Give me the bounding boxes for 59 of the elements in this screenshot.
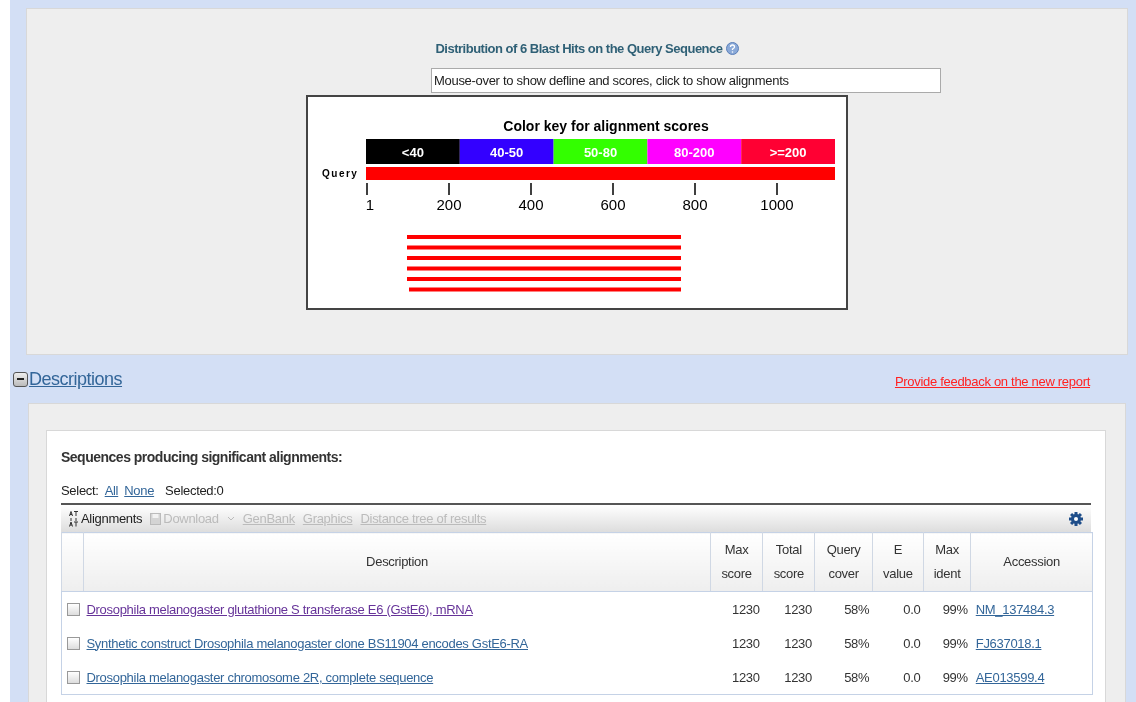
table-cell: 58% — [814, 591, 873, 626]
sort-icon — [69, 510, 79, 527]
axis-tick-label: 1000 — [759, 196, 794, 213]
descriptions-link[interactable]: Descriptions — [29, 368, 123, 390]
column-header[interactable]: Total score — [762, 532, 815, 592]
axis-tick-label: 600 — [600, 196, 625, 213]
column-header[interactable]: Accession — [970, 532, 1093, 592]
color-key-title: Color key for alignment scores — [502, 118, 709, 134]
column-header[interactable]: Max ident — [923, 532, 971, 592]
color-key-label: 50-80 — [583, 145, 617, 160]
query-label: Query — [321, 168, 358, 179]
row-checkbox[interactable] — [67, 670, 80, 684]
color-key-label: <40 — [401, 145, 424, 160]
accession-link[interactable]: NM_137484.3 — [975, 601, 1055, 617]
row-checkbox[interactable] — [67, 602, 80, 616]
hint-field: Mouse-over to show defline and scores, click to show alignments — [431, 68, 941, 93]
table-cell-text: 58% — [843, 634, 871, 653]
color-key-label: 40-50 — [489, 145, 523, 160]
axis-tick-label: 400 — [518, 196, 543, 213]
hit-lines-drawing[interactable] — [406, 235, 681, 292]
table-cell-text: 0.0 — [902, 634, 922, 653]
select-all-link[interactable]: All — [104, 483, 119, 501]
table-cell: 1230 — [710, 660, 763, 695]
column-header[interactable]: Query cover — [814, 532, 873, 592]
settings-icon[interactable] — [1069, 511, 1083, 526]
table-cell-text: 1230 — [783, 634, 813, 653]
table-cell: 1230 — [762, 591, 815, 626]
axis-tick-label: 200 — [436, 196, 461, 213]
help-icon[interactable] — [725, 41, 739, 55]
color-key-label: >=200 — [769, 145, 807, 160]
selected-count: Selected:0 — [165, 483, 224, 500]
row-checkbox[interactable] — [67, 636, 80, 650]
table-cell: 1230 — [762, 660, 815, 695]
column-header[interactable]: Max score — [710, 532, 763, 592]
select-label: Select: — [61, 483, 99, 500]
description-link[interactable]: Synthetic construct Drosophila melanogaster clone BS11904 encodes GstE6-RA — [86, 635, 528, 651]
table-cell-text: 99% — [941, 634, 969, 653]
table-cell: 0.0 — [872, 591, 924, 626]
description-link[interactable]: Drosophila melanogaster chromosome 2R, complete sequence — [86, 669, 434, 685]
alignments-button[interactable]: Alignments — [69, 510, 143, 527]
collapse-toggle-icon[interactable] — [13, 371, 28, 387]
results-heading: Sequences producing significant alignments: — [61, 449, 344, 467]
column-header[interactable]: E value — [872, 532, 924, 592]
select-none-link[interactable]: None — [124, 483, 155, 501]
axis-tick-label: 1 — [365, 196, 374, 213]
column-header[interactable]: Description — [83, 532, 711, 592]
axis-tick-label: 800 — [682, 196, 707, 213]
table-cell: 1230 — [710, 591, 763, 626]
accession-link[interactable]: FJ637018.1 — [975, 635, 1042, 651]
accession-link[interactable]: AE013599.4 — [975, 669, 1045, 685]
description-link[interactable]: Drosophila melanogaster glutathione S transferase E6 (GstE6), mRNA — [86, 601, 473, 617]
table-cell-text: 1230 — [730, 634, 761, 653]
table-cell: 99% — [923, 660, 971, 695]
table-cell: 0.0 — [872, 660, 924, 695]
table-cell: 58% — [814, 660, 873, 695]
caret-icon — [226, 515, 235, 522]
color-key-label: 80-200 — [673, 145, 715, 160]
table-cell: 99% — [923, 591, 971, 626]
graphic-title: Distribution of 6 Blast Hits on the Query Sequence — [435, 40, 723, 56]
